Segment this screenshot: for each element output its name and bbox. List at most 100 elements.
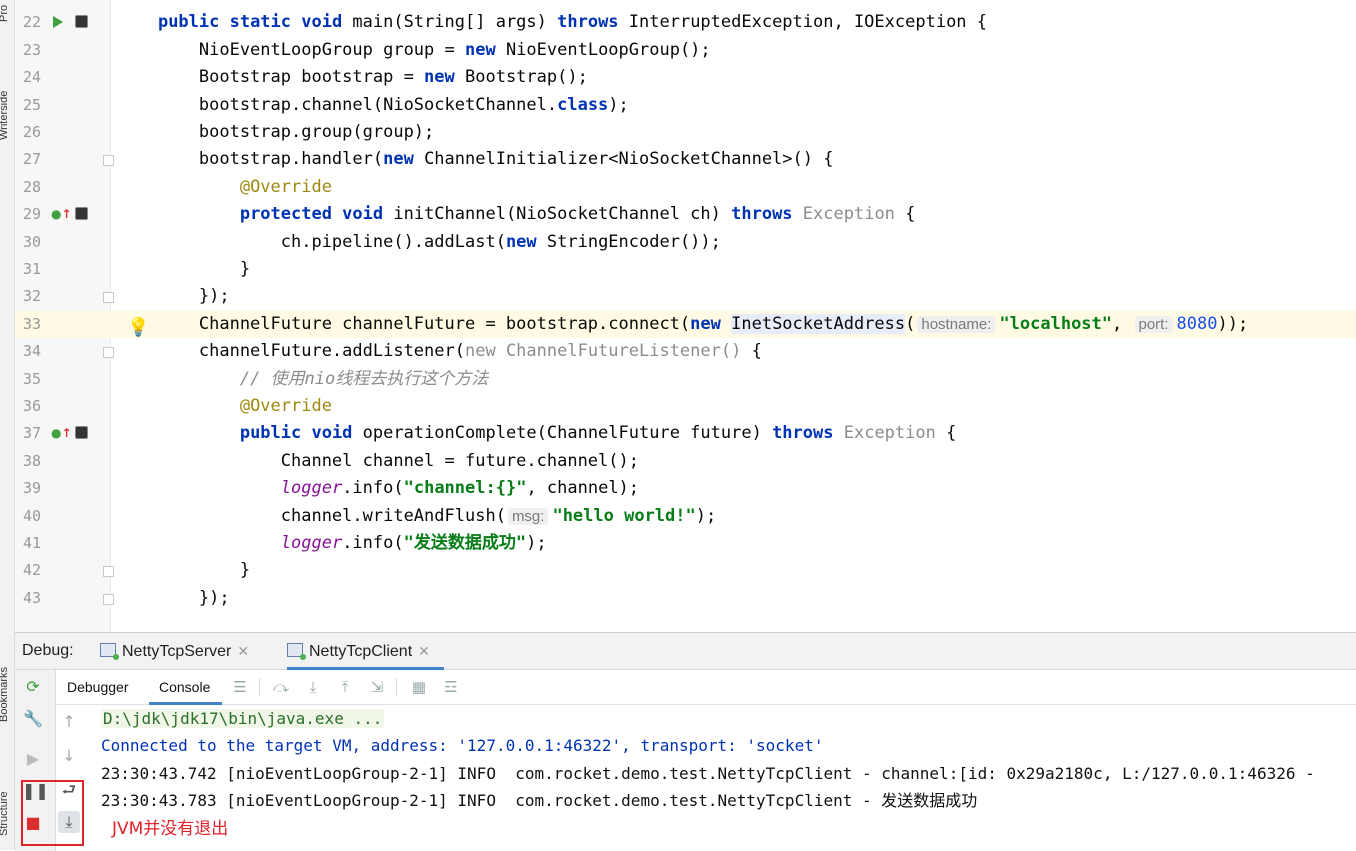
code-text: logger.info("发送数据成功");: [117, 530, 547, 557]
step-out-icon[interactable]: ⤒: [336, 678, 354, 696]
code-token: operationComplete(ChannelFuture future): [352, 423, 773, 444]
code-line[interactable]: 27 bootstrap.handler(new ChannelInitiali…: [15, 146, 1356, 173]
code-text: public void operationComplete(ChannelFut…: [117, 420, 957, 447]
code-text: public static void main(String[] args) t…: [117, 9, 987, 36]
rerun-icon[interactable]: ⟳: [22, 676, 44, 698]
code-token: throws: [772, 423, 834, 444]
side-tab-project[interactable]: Pro: [0, 5, 10, 22]
up-arrow-icon[interactable]: ↑: [58, 711, 80, 733]
tab-debugger[interactable]: Debugger: [67, 670, 129, 702]
code-token: channelFuture.addListener(: [117, 341, 465, 362]
line-number[interactable]: 41: [15, 530, 41, 557]
fold-icon[interactable]: [103, 347, 114, 359]
line-number[interactable]: 30: [15, 229, 41, 256]
code-token: {: [935, 423, 957, 444]
wrench-icon[interactable]: 🔧: [22, 708, 44, 730]
code-token: Bootstrap();: [454, 67, 588, 88]
step-into-icon[interactable]: ⤓: [304, 678, 322, 696]
code-line[interactable]: 39 logger.info("channel:{}", channel);: [15, 475, 1356, 502]
line-number[interactable]: 29: [15, 201, 41, 228]
line-number[interactable]: 26: [15, 119, 41, 146]
code-token: });: [117, 587, 230, 608]
code-editor[interactable]: 2122 public static void main(String[] ar…: [15, 0, 1356, 632]
code-line[interactable]: 29 ●↑ protected void initChannel(NioSocke…: [15, 201, 1356, 228]
code-token: "channel:{}": [403, 478, 527, 499]
tab-console[interactable]: Console: [149, 670, 223, 705]
run-to-cursor-icon[interactable]: ⇲: [368, 678, 386, 696]
line-number[interactable]: 24: [15, 64, 41, 91]
fold-icon[interactable]: [103, 292, 114, 304]
line-number[interactable]: 33: [15, 311, 41, 338]
code-text: NioEventLoopGroup group = new NioEventLo…: [117, 37, 711, 64]
code-text: }: [117, 557, 250, 584]
override-method-icon[interactable]: ●↑: [51, 206, 72, 222]
code-line[interactable]: 22 public static void main(String[] args…: [15, 9, 1356, 36]
line-number[interactable]: 34: [15, 338, 41, 365]
code-text: channel.writeAndFlush(msg: "hello world!"…: [117, 503, 716, 530]
code-token: {: [741, 341, 762, 362]
line-number[interactable]: 36: [15, 393, 41, 420]
line-number[interactable]: 37: [15, 420, 41, 447]
line-number[interactable]: 23: [15, 37, 41, 64]
code-line[interactable]: 31 }: [15, 256, 1356, 283]
code-token: );: [526, 533, 547, 553]
line-number[interactable]: 21: [15, 0, 41, 9]
code-line[interactable]: 23 NioEventLoopGroup group = new NioEven…: [15, 37, 1356, 64]
evaluate-icon[interactable]: ▦: [410, 678, 428, 696]
step-over-icon[interactable]: ⤼: [272, 678, 290, 696]
fold-icon[interactable]: [103, 566, 114, 578]
code-line[interactable]: 42 }: [15, 557, 1356, 584]
breakpoint-icon[interactable]: [75, 15, 88, 29]
override-method-icon[interactable]: ●↑: [51, 425, 72, 441]
side-tab-writerside[interactable]: Writerside: [0, 91, 10, 140]
code-line[interactable]: 43 });: [15, 585, 1356, 612]
code-line[interactable]: 28 @Override: [15, 174, 1356, 201]
close-icon[interactable]: ✕: [237, 643, 249, 659]
code-line[interactable]: 32 });: [15, 283, 1356, 310]
code-line[interactable]: 21: [15, 0, 1356, 9]
code-line[interactable]: 34 channelFuture.addListener(new Channel…: [15, 338, 1356, 365]
breakpoint-icon[interactable]: [75, 207, 88, 221]
code-text: });: [117, 585, 230, 612]
trace-icon[interactable]: ☲: [442, 678, 460, 696]
line-number[interactable]: 31: [15, 256, 41, 283]
fold-icon[interactable]: [103, 593, 114, 605]
line-number[interactable]: 35: [15, 366, 41, 393]
code-line[interactable]: 36 @Override: [15, 393, 1356, 420]
line-number[interactable]: 40: [15, 503, 41, 530]
code-line[interactable]: 38 Channel channel = future.channel();: [15, 448, 1356, 475]
code-line[interactable]: 24 Bootstrap bootstrap = new Bootstrap()…: [15, 64, 1356, 91]
line-number[interactable]: 39: [15, 475, 41, 502]
code-token: new: [690, 313, 721, 334]
menu-icon[interactable]: ☰: [231, 678, 249, 696]
line-number[interactable]: 28: [15, 174, 41, 201]
line-number[interactable]: 32: [15, 283, 41, 310]
code-line[interactable]: 41 logger.info("发送数据成功");: [15, 530, 1356, 557]
line-number[interactable]: 43: [15, 585, 41, 612]
console-output[interactable]: D:\jdk\jdk17\bin\java.exe ... Connected …: [101, 705, 1356, 851]
code-line[interactable]: 35 // 使用nio线程去执行这个方法: [15, 366, 1356, 393]
down-arrow-icon[interactable]: ↓: [58, 745, 80, 767]
close-icon[interactable]: ✕: [418, 643, 430, 659]
fold-icon[interactable]: [103, 155, 114, 167]
line-number[interactable]: 25: [15, 92, 41, 119]
code-line[interactable]: 25 bootstrap.channel(NioSocketChannel.cl…: [15, 92, 1356, 119]
line-number[interactable]: 38: [15, 448, 41, 475]
tab-netty-tcp-server[interactable]: NettyTcpServer ✕: [100, 633, 249, 667]
code-line[interactable]: 40 channel.writeAndFlush(msg: "hello worl…: [15, 503, 1356, 530]
line-number[interactable]: 22: [15, 9, 41, 36]
side-tab-bookmarks[interactable]: Bookmarks: [0, 667, 10, 722]
code-text: Bootstrap bootstrap = new Bootstrap();: [117, 64, 588, 91]
code-line[interactable]: 33 💡 ChannelFuture channelFuture = bootst…: [15, 310, 1356, 338]
line-number[interactable]: 42: [15, 557, 41, 584]
side-tab-structure[interactable]: Structure: [0, 791, 10, 836]
run-icon[interactable]: [53, 16, 63, 29]
code-line[interactable]: 30 ch.pipeline().addLast(new StringEncod…: [15, 229, 1356, 256]
line-number[interactable]: 27: [15, 146, 41, 173]
tab-netty-tcp-client[interactable]: NettyTcpClient ✕: [287, 633, 444, 670]
resume-icon[interactable]: ▶: [22, 748, 44, 770]
tab-label: NettyTcpClient: [309, 643, 413, 660]
code-line[interactable]: 26 bootstrap.group(group);: [15, 119, 1356, 146]
breakpoint-icon[interactable]: [75, 426, 88, 440]
code-line[interactable]: 37 ●↑ public void operationComplete(Chann…: [15, 420, 1356, 447]
